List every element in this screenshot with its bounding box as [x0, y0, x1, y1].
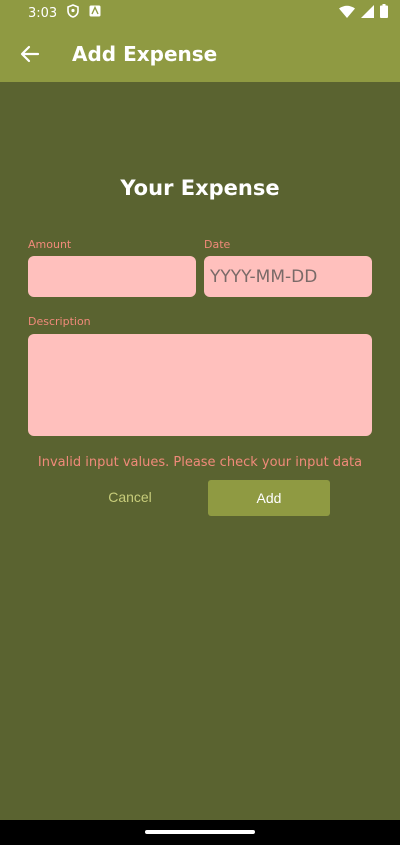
- font-icon: [89, 5, 101, 21]
- navigation-bar: [0, 820, 400, 845]
- description-label: Description: [28, 315, 91, 328]
- home-indicator[interactable]: [145, 830, 255, 834]
- amount-input[interactable]: [28, 256, 196, 297]
- amount-label: Amount: [28, 238, 72, 251]
- status-right: [339, 4, 388, 22]
- status-bar: 3:03: [0, 0, 400, 26]
- description-input[interactable]: [28, 334, 372, 436]
- cancel-button[interactable]: Cancel: [90, 479, 170, 515]
- date-input[interactable]: [204, 256, 372, 297]
- shield-icon: [67, 4, 80, 22]
- status-time: 3:03: [28, 5, 58, 21]
- wifi-icon: [339, 5, 355, 22]
- page-title: Add Expense: [72, 42, 218, 66]
- error-message: Invalid input values. Please check your …: [37, 455, 363, 470]
- add-button[interactable]: Add: [208, 480, 330, 516]
- battery-icon: [380, 4, 388, 22]
- date-label: Date: [204, 238, 231, 251]
- expense-form: Your Expense Amount Date Description Inv…: [0, 82, 400, 820]
- status-left: 3:03: [28, 4, 101, 22]
- form-title: Your Expense: [120, 176, 280, 200]
- signal-icon: [361, 4, 374, 22]
- back-arrow-icon[interactable]: [16, 40, 44, 68]
- app-bar: Add Expense: [0, 26, 400, 82]
